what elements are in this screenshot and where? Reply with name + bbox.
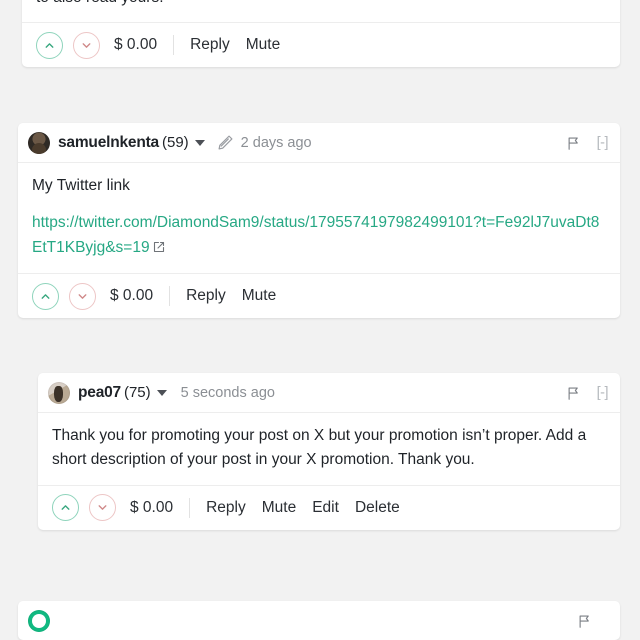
comment-action-bar: $ 0.00 Reply Mute	[18, 274, 620, 318]
edit-button[interactable]: Edit	[312, 499, 339, 517]
flag-icon[interactable]	[566, 385, 581, 401]
vote-amount: $ 0.00	[110, 287, 154, 305]
comment-body: to also read yours.	[22, 0, 620, 24]
author-name[interactable]: samuelnkenta	[58, 134, 159, 152]
pencil-icon	[217, 134, 234, 151]
upvote-button[interactable]	[52, 494, 79, 522]
downvote-button[interactable]	[73, 31, 100, 59]
mute-button[interactable]: Mute	[242, 287, 276, 305]
author-karma: (75)	[123, 384, 151, 401]
action-divider	[173, 35, 175, 56]
action-divider	[169, 286, 171, 307]
comment-body: My Twitter link https://twitter.com/Diam…	[18, 163, 620, 275]
chevron-down-icon[interactable]	[156, 389, 167, 396]
downvote-button[interactable]	[89, 494, 116, 522]
comment-header: samuelnkenta (59) 2 days ago [-]	[18, 123, 620, 163]
avatar[interactable]	[48, 381, 70, 404]
timestamp: 2 days ago	[240, 134, 312, 151]
delete-button[interactable]: Delete	[355, 499, 400, 517]
action-divider	[189, 497, 191, 518]
comment-action-bar: $ 0.00 Reply Mute Edit Delete	[38, 486, 620, 530]
flag-icon[interactable]	[566, 135, 581, 151]
collapse-toggle[interactable]: [-]	[597, 385, 609, 401]
external-link[interactable]: https://twitter.com/DiamondSam9/status/1…	[32, 214, 599, 255]
comment-card-pea07: pea07 (75) 5 seconds ago [-] Thank you f…	[38, 373, 620, 530]
comment-thread: to also read yours. $ 0.00 Reply Mute sa…	[0, 0, 640, 640]
comment-header: pea07 (75) 5 seconds ago [-]	[38, 373, 620, 413]
author-karma: (59)	[161, 134, 189, 151]
mute-button[interactable]: Mute	[262, 499, 296, 517]
comment-body: Thank you for promoting your post on X b…	[38, 413, 620, 486]
reply-button[interactable]: Reply	[206, 499, 246, 517]
external-link-icon[interactable]	[153, 237, 165, 261]
comment-text: My Twitter link	[32, 177, 130, 194]
vote-amount: $ 0.00	[130, 498, 174, 516]
vote-amount: $ 0.00	[114, 36, 158, 54]
comment-card-samuelnkenta: samuelnkenta (59) 2 days ago [-] My Twit…	[18, 123, 620, 319]
author-name[interactable]: pea07	[78, 384, 121, 402]
reply-button[interactable]: Reply	[186, 287, 226, 305]
chevron-down-icon[interactable]	[194, 139, 205, 146]
downvote-button[interactable]	[69, 282, 96, 310]
reply-button[interactable]: Reply	[190, 36, 230, 54]
upvote-button[interactable]	[36, 31, 63, 59]
avatar[interactable]	[28, 131, 50, 154]
mute-button[interactable]: Mute	[246, 36, 280, 54]
comment-action-bar: $ 0.00 Reply Mute	[22, 23, 620, 67]
upvote-button[interactable]	[32, 282, 59, 310]
timestamp: 5 seconds ago	[180, 384, 275, 401]
comment-card-partial-top: to also read yours. $ 0.00 Reply Mute	[22, 0, 620, 68]
collapse-toggle[interactable]: [-]	[597, 135, 609, 151]
